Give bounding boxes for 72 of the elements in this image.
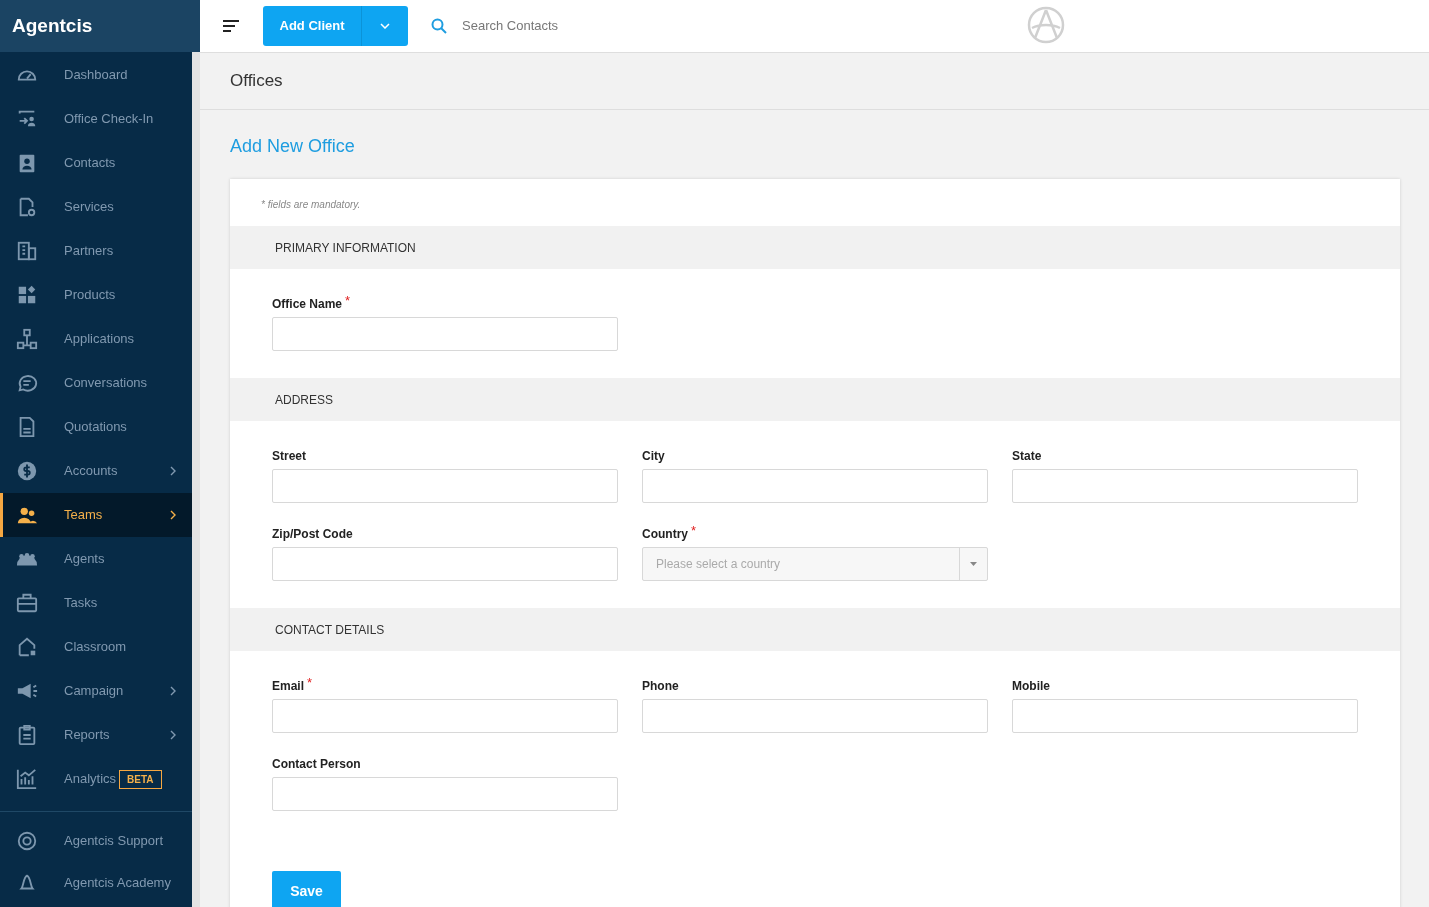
field-label: Contact Person [272,756,361,773]
sidebar-item[interactable]: Applications [0,317,192,361]
sidebar-item[interactable]: Tasks [0,581,192,625]
caret-down-icon [970,562,977,566]
section-title: ADDRESS [275,391,333,409]
page-title: Offices [230,70,283,93]
add-client-button[interactable]: Add Client [263,6,408,46]
input-field[interactable] [272,317,618,351]
section-title: PRIMARY INFORMATION [275,239,416,257]
field-label: Street [272,448,306,465]
lifebuoy-icon [16,830,38,852]
chevron-right-icon [170,730,176,740]
mandatory-note: * fields are mandatory. [260,198,362,212]
input-field[interactable] [642,699,988,733]
input-field[interactable] [642,469,988,503]
input-field[interactable] [1012,699,1358,733]
chevron-right-icon [170,466,176,476]
input-field[interactable] [272,777,618,811]
field-label: Office Name [272,296,343,313]
company-logo-icon [1027,6,1065,44]
sidebar-item[interactable]: Conversations [0,361,192,405]
sidebar-item[interactable]: Analytics BETA [0,757,192,801]
beta-badge: BETA [119,769,162,789]
chat-bubble-icon [16,372,38,394]
caret-icon [380,23,390,29]
required-mark: * [345,295,351,307]
search-field[interactable]: Search Contacts [462,16,762,36]
sidebar-item[interactable]: Teams [0,493,192,537]
field-label: Country [642,526,688,543]
sidebar-item[interactable]: Partners [0,229,192,273]
hierarchy-icon [16,328,38,350]
scrollbar[interactable] [192,52,200,907]
sidebar-item[interactable]: Agentcis Academy [0,862,192,904]
field-label: City [642,448,665,465]
field-label: State [1012,448,1042,465]
house-icon [16,636,38,658]
input-field[interactable] [272,699,618,733]
clipboard-icon [16,724,38,746]
field-label: Mobile [1012,678,1050,695]
save-button[interactable]: Save [272,871,341,907]
sidebar-item[interactable]: Accounts [0,449,192,493]
bar-chart-icon [16,768,38,790]
field-label: Zip/Post Code [272,526,353,543]
field-label: Phone [642,678,679,695]
input-field[interactable] [272,469,618,503]
chevron-right-icon [170,510,176,520]
sidebar-item[interactable]: Contacts [0,141,192,185]
menu-icon[interactable] [223,20,239,32]
field-label: Email [272,678,304,695]
brand-logo[interactable]: Agentcis [12,11,93,41]
chevron-right-icon [170,686,176,696]
form-title: Add New Office [230,135,356,158]
building-icon [16,240,38,262]
required-mark: * [691,525,697,537]
sidebar-item[interactable]: Products [0,273,192,317]
sidebar-item[interactable]: Services [0,185,192,229]
sidebar-item[interactable]: Campaign [0,669,192,713]
required-mark: * [307,677,313,689]
dollar-icon [16,460,38,482]
search-icon [431,18,447,34]
sidebar-item[interactable]: Classroom [0,625,192,669]
input-field[interactable] [272,547,618,581]
sidebar-item[interactable]: Reports [0,713,192,757]
sidebar-item[interactable]: Quotations [0,405,192,449]
input-field[interactable] [1012,469,1358,503]
sidebar-item[interactable]: Office Check-In [0,97,192,141]
sidebar-item[interactable]: Agentcis Support [0,820,192,862]
sidebar-item[interactable]: Dashboard [0,53,192,97]
sidebar-item[interactable]: Agents [0,537,192,581]
briefcase-icon [16,592,38,614]
blocks-icon [16,284,38,306]
section-title: CONTACT DETAILS [275,621,385,639]
